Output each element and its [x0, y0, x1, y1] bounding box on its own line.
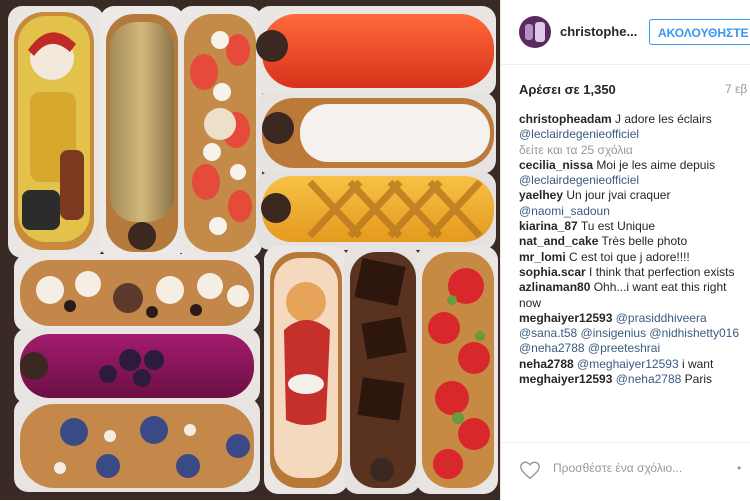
comment-username[interactable]: meghaiyer12593 [519, 372, 612, 386]
comment-username[interactable]: yaelhey [519, 188, 563, 202]
comment-text: Ohh...i want eat this right [593, 280, 727, 295]
comment-username[interactable]: neha2788 [519, 357, 574, 371]
comment: yaelhey Un jour jvai craquer [519, 188, 750, 203]
heart-icon[interactable] [519, 459, 541, 481]
comment-text: Moi je les aime depuis [596, 157, 716, 172]
comment: mr_lomi C est toi que j adore!!!! [519, 250, 750, 265]
comment: meghaiyer12593 @neha2788 Paris [519, 372, 750, 387]
side-panel: christophe... ΑΚΟΛΟΥΘΗΣΤΕ Αρέσει σε 1,35… [500, 0, 750, 500]
comment: cecilia_nissa Moi je les aime depuis [519, 158, 750, 173]
comment-username[interactable]: christopheadam [519, 112, 612, 126]
comment-text: I think that perfection exists [589, 264, 735, 279]
mention-link[interactable]: @meghaiyer12593 [577, 357, 679, 371]
mention-link[interactable]: @neha2788 [616, 372, 682, 386]
comment-username[interactable]: mr_lomi [519, 250, 566, 264]
comment-username[interactable]: azlinaman80 [519, 280, 590, 294]
post-header: christophe... ΑΚΟΛΟΥΘΗΣΤΕ [501, 0, 750, 65]
eclairs-image [0, 0, 500, 500]
comment: christopheadam J adore les éclairs [519, 112, 750, 127]
more-options-icon[interactable]: • [737, 461, 741, 475]
comment-line: @leclairdegenieofficiel [519, 173, 750, 188]
post-age: 7 εβ [725, 82, 748, 96]
comment-line: @naomi_sadoun [519, 204, 750, 219]
comment-username[interactable]: sophia.scar [519, 265, 586, 279]
comment-username[interactable]: meghaiyer12593 [519, 311, 612, 325]
instagram-post: christophe... ΑΚΟΛΟΥΘΗΣΤΕ Αρέσει σε 1,35… [0, 0, 750, 500]
comment-text: now [519, 295, 542, 310]
comment: kiarina_87 Tu est Unique [519, 219, 750, 234]
comment: neha2788 @meghaiyer12593 i want [519, 357, 750, 372]
username-link[interactable]: christophe... [560, 24, 638, 39]
comments-list: christopheadam J adore les éclairs @lecl… [519, 112, 750, 442]
comment-line: @neha2788 @preeteshrai [519, 341, 750, 356]
comment-footer: Προσθέστε ένα σχόλιο... • [501, 442, 750, 501]
mention-link[interactable]: @sana.t58 @insigenius @nidhishetty016 [519, 326, 739, 340]
likes-count[interactable]: Αρέσει σε 1,350 [519, 82, 616, 97]
comment-username[interactable]: nat_and_cake [519, 234, 598, 248]
mention-link[interactable]: @leclairdegenieofficiel [519, 173, 639, 187]
mention-link[interactable]: @neha2788 @preeteshrai [519, 341, 660, 355]
comment-line: @sana.t58 @insigenius @nidhishetty016 [519, 326, 750, 341]
follow-button[interactable]: ΑΚΟΛΟΥΘΗΣΤΕ [649, 19, 750, 45]
avatar[interactable] [519, 16, 551, 48]
post-photo[interactable] [0, 0, 500, 500]
comment-text: Un jour jvai craquer [566, 188, 671, 203]
comment-line: @leclairdegenieofficiel [519, 127, 750, 142]
comment: nat_and_cake Très belle photo [519, 234, 750, 249]
comment-line: now [519, 296, 750, 311]
mention-link[interactable]: @prasiddhiveera [616, 311, 707, 325]
comment: azlinaman80 Ohh...i want eat this right [519, 280, 750, 295]
view-all-comments-label[interactable]: δείτε και τα 25 σχόλια [519, 143, 633, 157]
comment-username[interactable]: cecilia_nissa [519, 158, 593, 172]
comment-input[interactable]: Προσθέστε ένα σχόλιο... [553, 461, 682, 475]
mention-link[interactable]: @leclairdegenieofficiel [519, 127, 639, 141]
comment: sophia.scar I think that perfection exis… [519, 265, 750, 280]
comment: meghaiyer12593 @prasiddhiveera [519, 311, 750, 326]
comment-text: J adore les éclairs [615, 112, 712, 126]
comment-text: i want [681, 356, 714, 371]
view-all-comments[interactable]: δείτε και τα 25 σχόλια [519, 143, 750, 158]
comment-text: Paris [684, 372, 713, 387]
mention-link[interactable]: @naomi_sadoun [519, 204, 610, 218]
comment-text: C est toi que j adore!!!! [569, 249, 690, 264]
comment-text: Très belle photo [601, 234, 688, 249]
comment-text: Tu est Unique [580, 219, 656, 234]
comment-username[interactable]: kiarina_87 [519, 219, 578, 233]
